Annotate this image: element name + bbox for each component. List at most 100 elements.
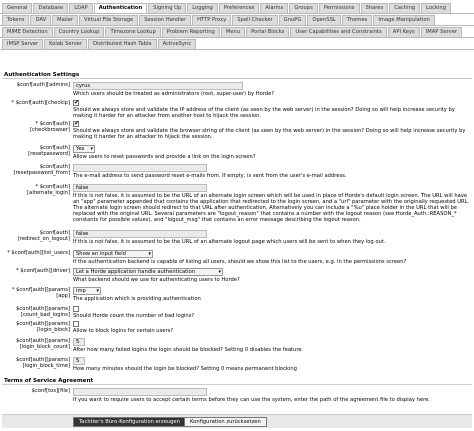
tab-user-capabilities-and-constraints[interactable]: User Capabilities and Constraints [290, 27, 387, 37]
tab-virtual-file-storage[interactable]: Virtual File Storage [79, 15, 139, 25]
tab-alarms[interactable]: Alarms [260, 3, 289, 13]
tab-openssl[interactable]: OpenSSL [307, 15, 341, 25]
redirect-on-logout-label: $conf[auth] [redirect_on_logout] [17, 230, 70, 242]
login-block-checkbox[interactable] [73, 321, 79, 327]
tab-divider [0, 49, 474, 50]
tab-mailer[interactable]: Mailer [52, 15, 79, 25]
tab-spell-checker[interactable]: Spell Checker [232, 15, 278, 25]
tab-caching[interactable]: Caching [389, 3, 421, 13]
check-icon: ✔ [74, 99, 80, 106]
driver-label: * $conf[auth][driver] [16, 268, 70, 274]
resetpassword-from-desc: The e-mail address to send password rese… [73, 173, 347, 179]
generate-config-button[interactable]: Tachtler's Büro-Konfiguration erzeugen [73, 417, 186, 427]
count-bad-logins-checkbox[interactable] [73, 306, 79, 312]
tab-imap-server[interactable]: IMAP Server [420, 27, 463, 37]
tab-api-keys[interactable]: API Keys [387, 27, 420, 37]
checkip-checkbox[interactable]: ✔ [73, 99, 80, 106]
tab-shares[interactable]: Shares [360, 3, 389, 13]
tab-mime-detection[interactable]: MIME Detection [2, 27, 53, 37]
tab-divider [0, 37, 474, 38]
login-block-time-input[interactable]: 5 [73, 357, 85, 365]
tab-http-proxy[interactable]: HTTP Proxy [192, 15, 232, 25]
tab-preferences[interactable]: Preferences [218, 3, 260, 13]
tab-database[interactable]: Database [33, 3, 69, 13]
login-block-label: $conf[auth][params] [login_block] [16, 321, 70, 333]
tab-dav[interactable]: DAV [30, 15, 52, 25]
auth-section-title: Authentication Settings [2, 71, 472, 79]
tab-general[interactable]: General [2, 3, 33, 13]
params-app-desc: The application which is providing authe… [73, 296, 201, 302]
driver-desc: What backend should we use for authentic… [73, 277, 240, 283]
tab-problem-reporting[interactable]: Problem Reporting [161, 27, 220, 37]
checkip-desc: Should we always store and validate the … [73, 107, 455, 119]
tab-gnupg[interactable]: GnuPG [278, 15, 307, 25]
login-block-count-label: $conf[auth][params] [login_block_count] [16, 338, 70, 350]
list-users-label: * $conf[auth][list_users] [7, 250, 70, 256]
tab-row-1: General Database LDAP Authentication Signing… [2, 3, 472, 13]
tos-file-label: $conf[tos][file] [31, 388, 70, 394]
admins-desc: Which users should be treated as adminis… [73, 91, 275, 97]
tab-session-handler[interactable]: Session Handler [139, 15, 192, 25]
tab-timezone-lookup[interactable]: Timezone Lookup [105, 27, 161, 37]
tab-permissions[interactable]: Permissions [318, 3, 360, 13]
admins-label: $conf[auth][admins] [16, 82, 70, 88]
tab-logging[interactable]: Logging [187, 3, 218, 13]
button-bar: Tachtler's Büro-Konfiguration erzeugen K… [2, 414, 472, 428]
redirect-on-logout-desc: If this is not false, it is assumed to b… [73, 239, 386, 245]
checkbrowser-checkbox[interactable]: ✔ [73, 120, 80, 127]
login-block-count-desc: After how many failed logins the login s… [73, 347, 302, 353]
resetpassword-select[interactable]: Yes ▾ [73, 145, 95, 153]
tab-locking[interactable]: Locking [421, 3, 452, 13]
tab-authentication[interactable]: Authentication [93, 3, 148, 13]
tab-distributed-hash-table[interactable]: Distributed Hash Table [87, 39, 157, 49]
chevron-down-icon: ▾ [218, 269, 221, 275]
tab-portal-blocks[interactable]: Portal Blocks [246, 27, 290, 37]
alternate-login-label: * $conf[auth] [alternate_login] [27, 184, 70, 196]
params-app-label: * $conf[auth][params][app] [11, 287, 70, 299]
tab-kolab-server[interactable]: Kolab Server [44, 39, 87, 49]
tab-themes[interactable]: Themes [341, 15, 373, 25]
tab-tokens[interactable]: Tokens [2, 15, 30, 25]
reset-config-button[interactable]: Konfiguration zurücksetzen [184, 417, 267, 427]
tab-groups[interactable]: Groups [289, 3, 318, 13]
tab-country-lookup[interactable]: Country Lookup [53, 27, 105, 37]
resetpassword-from-input[interactable] [73, 164, 207, 172]
list-users-desc: If the authentication backend is capable… [73, 259, 407, 265]
login-block-time-label: $conf[auth][params] [login_block_time] [16, 357, 70, 369]
tab-menu[interactable]: Menu [220, 27, 246, 37]
tab-row-3: MIME Detection Country Lookup Timezone Loo… [2, 27, 472, 37]
login-block-count-input[interactable]: 5 [73, 338, 85, 346]
checkbrowser-label: * $conf[auth] [checkbrowser] [30, 121, 70, 133]
redirect-on-logout-input[interactable]: false [73, 230, 207, 238]
resetpassword-desc: Allow users to reset passwords and provi… [73, 154, 256, 160]
chevron-down-icon: ▾ [148, 251, 151, 257]
chevron-down-icon: ▾ [96, 288, 99, 294]
terms-section-title: Terms of Service Agreement [2, 377, 472, 385]
chevron-down-icon: ▾ [90, 146, 93, 152]
tab-divider [0, 13, 474, 14]
list-users-select[interactable]: Show an input field ▾ [73, 250, 153, 258]
tab-row-4: IMSP Server Kolab Server Distributed Hash … [2, 39, 472, 49]
tab-ldap[interactable]: LDAP [69, 3, 93, 13]
tab-divider [0, 25, 474, 26]
admins-input[interactable]: cyrus [73, 82, 243, 90]
tab-signing-up[interactable]: Signing Up [148, 3, 187, 13]
tab-image-manipulation[interactable]: Image Manipulation [373, 15, 435, 25]
params-app-select[interactable]: imp ▾ [73, 287, 101, 295]
tos-file-input[interactable] [73, 388, 207, 396]
login-block-time-desc: How many minutes should the login be blo… [73, 366, 297, 372]
count-bad-logins-desc: Should Horde count the number of bad log… [73, 313, 195, 319]
tab-row-2: Tokens DAV Mailer Virtual File Storage Sessi… [2, 15, 472, 25]
resetpassword-label: $conf[auth] [resetpassword] [28, 145, 70, 157]
tos-file-desc: If you want to require users to accept c… [73, 397, 430, 403]
driver-select[interactable]: Let a Horde application handle authentic… [73, 268, 223, 276]
checkbrowser-desc: Should we always store and validate the … [73, 128, 466, 140]
count-bad-logins-label: $conf[auth][params] [count_bad_logins] [16, 306, 70, 318]
alternate-login-input[interactable]: false [73, 184, 207, 192]
alternate-login-desc: If this is not false, it is assumed to b… [73, 193, 470, 223]
checkip-label: * $conf[auth][checkip] [11, 100, 71, 106]
resetpassword-from-label: $conf[auth] [resetpassword_from] [13, 164, 70, 176]
tab-imsp-server[interactable]: IMSP Server [2, 39, 44, 49]
tab-activesync[interactable]: ActiveSync [157, 39, 197, 49]
check-icon: ✔ [74, 120, 80, 127]
